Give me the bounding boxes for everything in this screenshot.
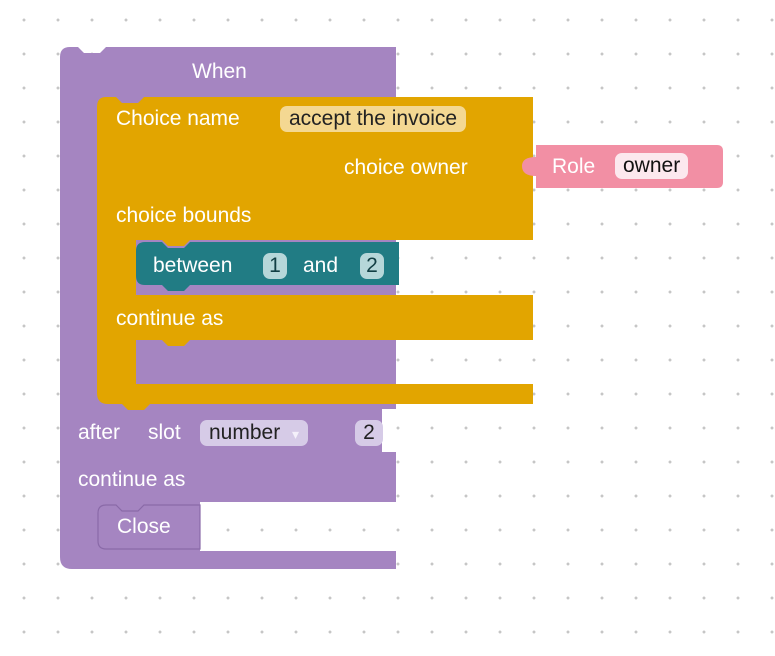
choice-bounds-label: choice bounds	[116, 204, 252, 227]
when-block-title: When	[192, 60, 247, 83]
choice-owner-label: choice owner	[344, 156, 468, 179]
slot-value-field[interactable]: 2	[355, 420, 383, 446]
slot-label: slot	[148, 421, 181, 444]
after-label: after	[78, 421, 121, 444]
between-label: between	[153, 254, 233, 277]
slot-dropdown[interactable]: number ▾	[200, 420, 309, 446]
choice-continue-label: continue as	[116, 307, 224, 330]
between-min-field[interactable]: 1	[263, 253, 287, 279]
choice-name-field[interactable]: accept the invoice	[280, 106, 467, 132]
slot-dropdown-value: number	[209, 421, 281, 444]
role-block-label: Role	[552, 155, 596, 178]
close-block-label: Close	[117, 515, 171, 538]
chevron-down-icon: ▾	[292, 426, 300, 442]
when-continue-label: continue as	[78, 468, 186, 491]
blocks-workspace[interactable]: When Choice name accept the invoice choi…	[0, 0, 775, 656]
choice-name-label: Choice name	[116, 107, 240, 130]
between-max-field[interactable]: 2	[360, 253, 384, 279]
role-value-field[interactable]: owner	[615, 153, 689, 179]
between-and-label: and	[303, 254, 339, 277]
